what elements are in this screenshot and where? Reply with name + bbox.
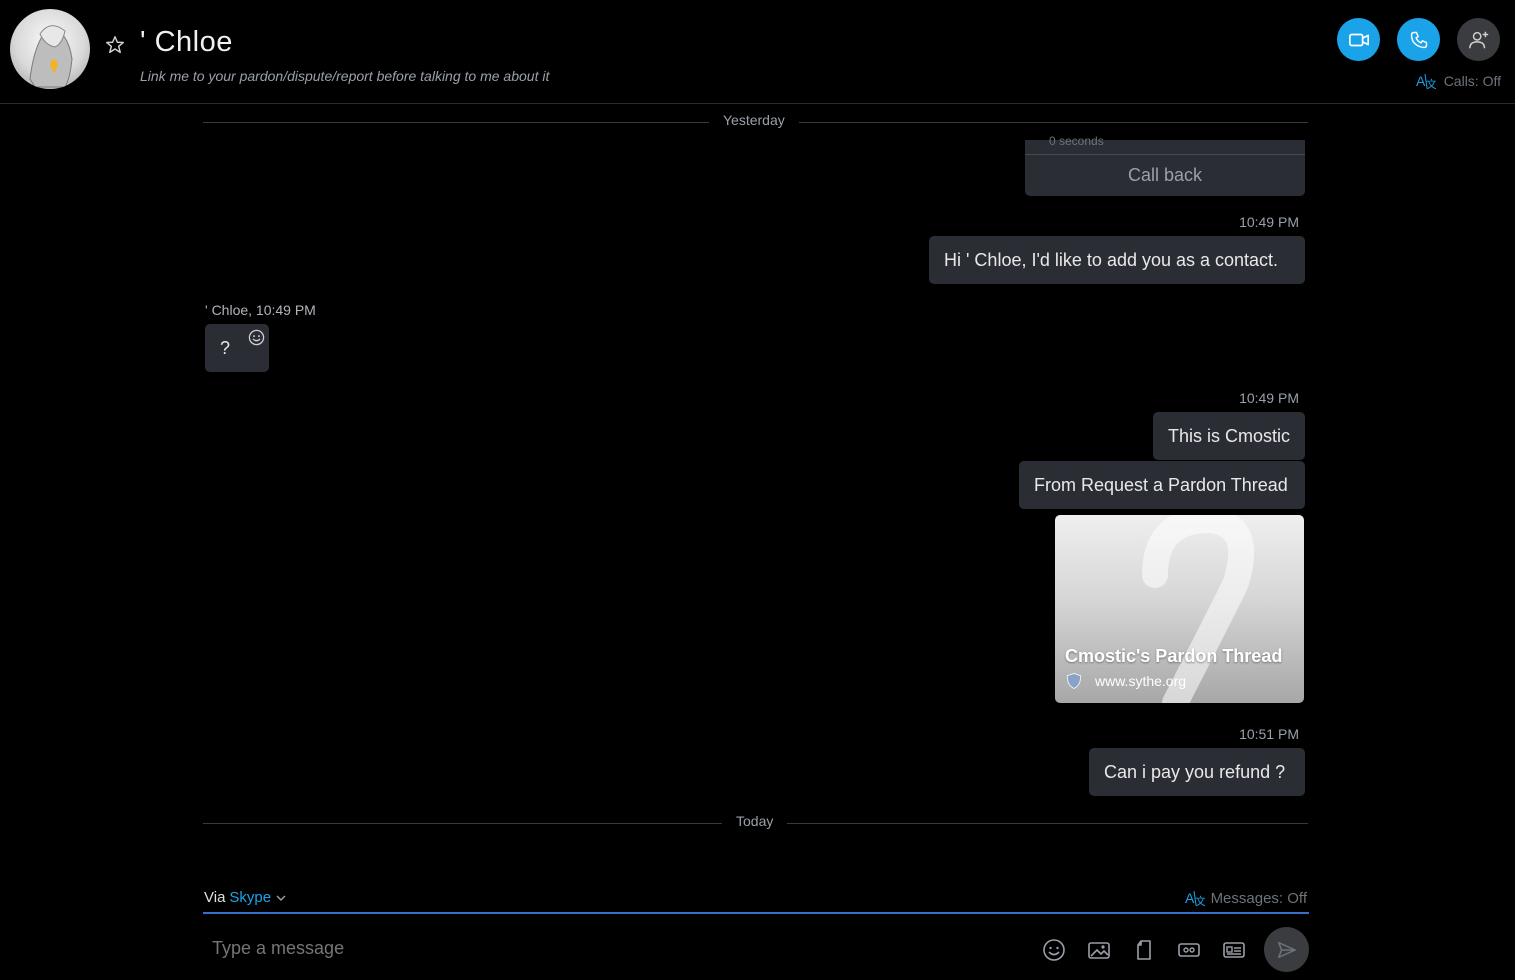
via-service-name: Skype — [229, 889, 272, 906]
incoming-message-header: ' Chloe, 10:49 PM — [205, 302, 316, 318]
chevron-down-icon — [276, 895, 286, 901]
translate-icon: A 文 — [1416, 73, 1436, 90]
messages-status-label: Messages: Off — [1210, 889, 1307, 907]
svg-text:文: 文 — [1426, 77, 1436, 90]
site-favicon-shield-icon — [1066, 673, 1082, 689]
add-people-button[interactable] — [1457, 18, 1500, 61]
send-button[interactable] — [1264, 927, 1309, 972]
contact-avatar[interactable] — [10, 9, 90, 89]
send-arrow-icon — [1277, 941, 1296, 958]
svg-text:文: 文 — [1195, 894, 1205, 907]
compose-focus-line — [203, 912, 1309, 914]
contact-mood-message: Link me to your pardon/dispute/report be… — [140, 68, 550, 84]
outgoing-message[interactable]: Hi ' Chloe, I'd like to add you as a con… — [929, 236, 1305, 284]
via-label: Via — [204, 889, 226, 906]
react-emoji-icon[interactable] — [248, 329, 265, 346]
date-divider-today: Today — [722, 813, 788, 829]
incoming-timestamp: 10:49 PM — [255, 302, 316, 318]
contact-card-icon[interactable] — [1222, 938, 1246, 962]
video-call-button[interactable] — [1337, 18, 1380, 61]
call-back-button[interactable]: Call back — [1025, 154, 1305, 196]
link-preview-url: www.sythe.org — [1095, 673, 1187, 689]
add-person-icon — [1468, 31, 1488, 48]
link-preview-card[interactable]: Cmostic's Pardon Thread www.sythe.org — [1055, 515, 1304, 703]
call-translator-status[interactable]: A 文 Calls: Off — [1416, 72, 1501, 90]
outgoing-message[interactable]: This is Cmostic — [1153, 412, 1305, 460]
emoji-icon[interactable] — [1042, 938, 1066, 962]
message-input[interactable] — [212, 938, 1012, 959]
contact-name[interactable]: ' Chloe — [140, 26, 233, 59]
svg-text:A: A — [1185, 890, 1195, 906]
favorite-star-icon[interactable] — [104, 34, 126, 56]
image-icon[interactable] — [1087, 938, 1111, 962]
file-icon[interactable] — [1132, 938, 1156, 962]
outgoing-message[interactable]: Can i pay you refund ? — [1089, 748, 1305, 796]
outgoing-message[interactable]: From Request a Pardon Thread — [1019, 461, 1305, 509]
phone-icon — [1410, 31, 1427, 48]
call-summary-card: 0 seconds Call back — [1025, 134, 1305, 196]
via-service-selector[interactable]: Via Skype — [204, 889, 287, 906]
video-camera-icon — [1348, 33, 1369, 46]
chat-header: ' Chloe Link me to your pardon/dispute/r… — [0, 0, 1515, 104]
calls-status-label: Calls: Off — [1443, 73, 1501, 89]
video-message-icon[interactable] — [1177, 938, 1201, 962]
link-preview-title: Cmostic's Pardon Thread — [1065, 646, 1283, 666]
incoming-message-text: ? — [220, 337, 231, 358]
message-timestamp: 10:49 PM — [1239, 214, 1299, 230]
translate-icon: A 文 — [1185, 890, 1205, 907]
message-timestamp: 10:51 PM — [1239, 726, 1299, 742]
date-divider-yesterday: Yesterday — [709, 112, 799, 128]
call-duration: 0 seconds — [1049, 134, 1104, 148]
message-timestamp: 10:49 PM — [1239, 390, 1299, 406]
message-translator-status[interactable]: A 文 Messages: Off — [1185, 889, 1307, 908]
svg-text:A: A — [1416, 73, 1426, 89]
incoming-sender: ' Chloe, — [205, 302, 253, 318]
audio-call-button[interactable] — [1397, 18, 1440, 61]
